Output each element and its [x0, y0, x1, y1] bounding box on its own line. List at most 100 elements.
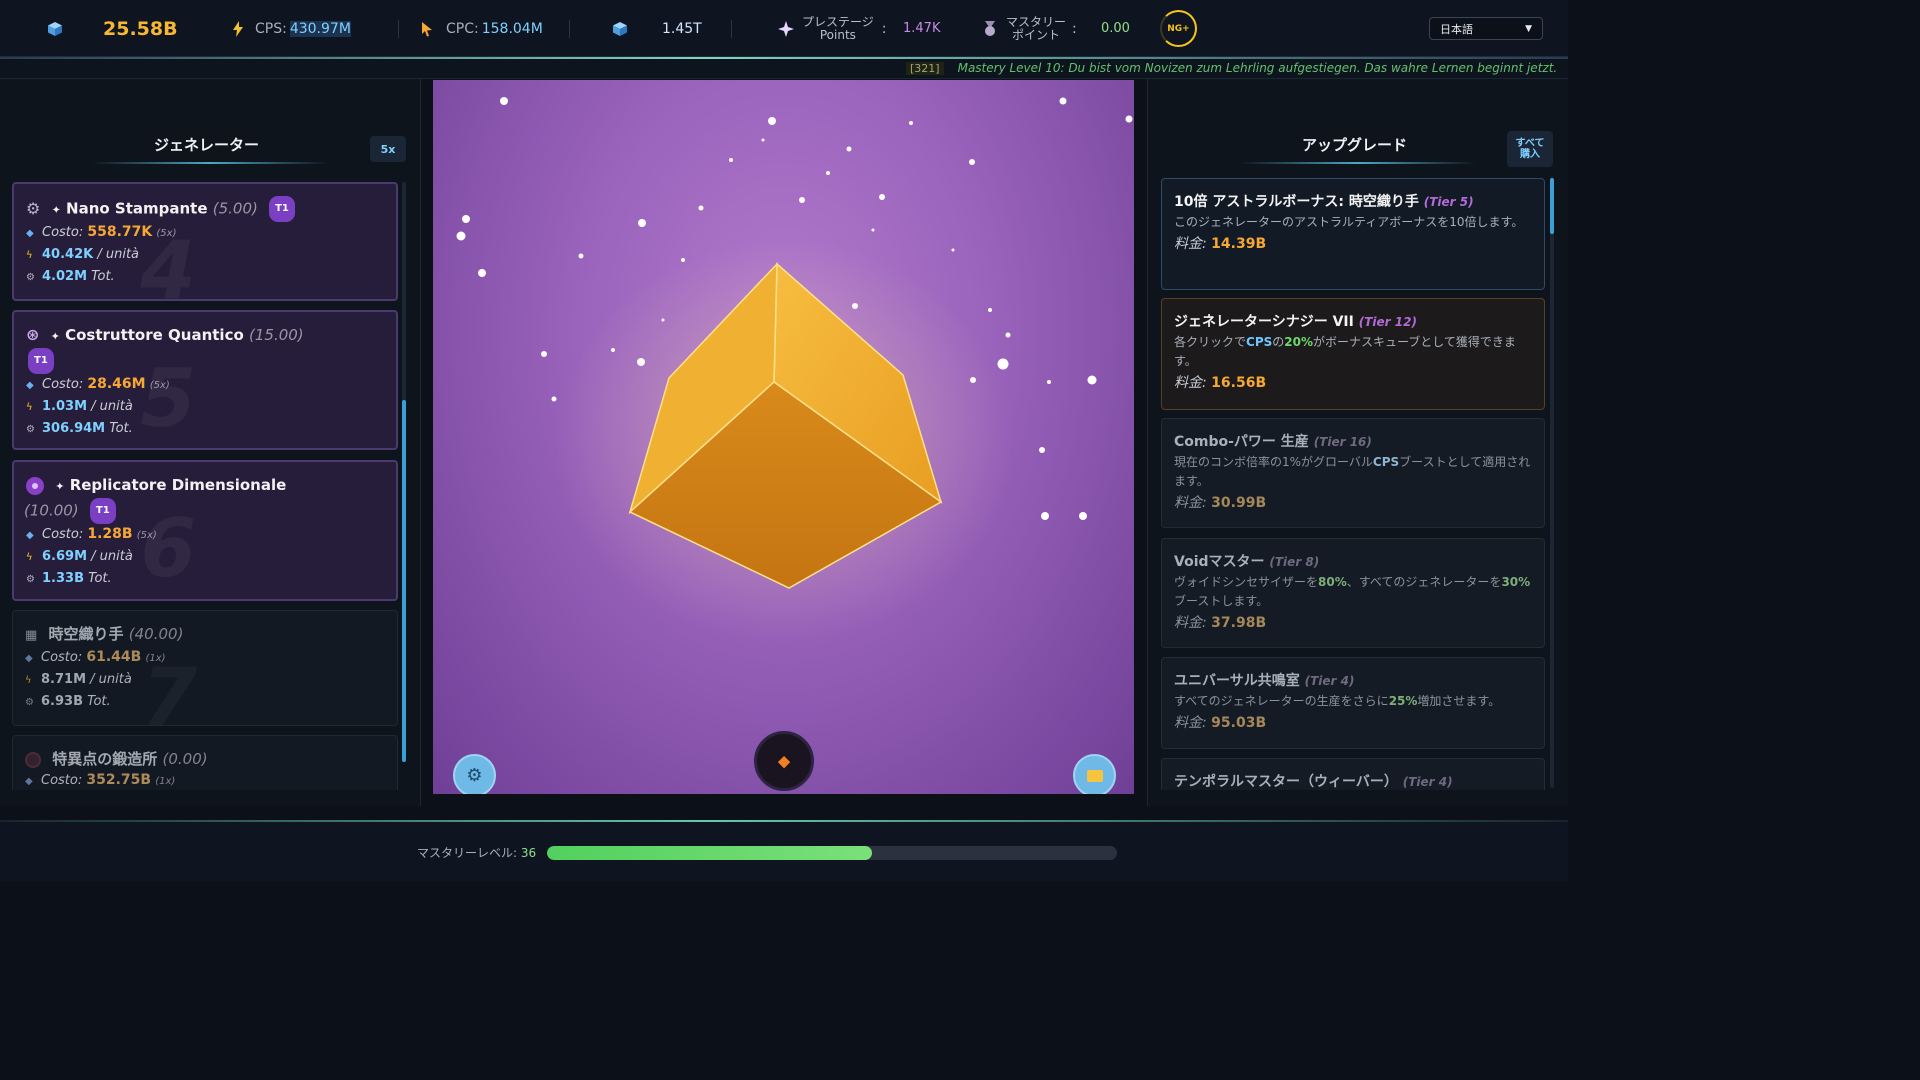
- upgrade-cost: 14.39B: [1211, 236, 1267, 252]
- divider: [569, 20, 570, 38]
- cps-label: CPS:: [255, 20, 287, 37]
- cube-stage: ⚙ ⬥: [433, 80, 1134, 794]
- generator-scrollbar-thumb[interactable]: [402, 400, 406, 762]
- settings-button[interactable]: ⚙: [453, 754, 496, 794]
- cost-label: Costo:: [41, 650, 83, 665]
- folder-button[interactable]: [1073, 754, 1116, 794]
- mastery-level-text: マスタリーレベル:: [417, 846, 518, 860]
- upgrade-tier: (Tier 16): [1313, 435, 1372, 449]
- cube-icon: ◆: [26, 228, 34, 239]
- medal-icon: [983, 0, 997, 57]
- upgrade-title: 10倍 アストラルボーナス: 時空織り手: [1174, 194, 1419, 210]
- gear-icon: ⚙: [25, 697, 34, 708]
- total-unit: Tot.: [109, 421, 133, 436]
- upgrade-card[interactable]: ジェネレーターシナジー VII (Tier 12) 各クリックでCPSの20%が…: [1161, 298, 1545, 410]
- upgrade-description: ヴォイドシンセサイザーを80%、すべてのジェネレーターを30% ブーストします。: [1174, 573, 1532, 611]
- sparkle-icon: ✦: [51, 203, 61, 217]
- sparkle-icon: ✦: [50, 330, 60, 343]
- desc-part: の: [1272, 335, 1285, 349]
- generator-rate-row: ϟ 1.03M / unità: [26, 396, 384, 418]
- upgrade-description: このジェネレーターのアストラルティアボーナスを10倍します。: [1174, 215, 1524, 229]
- upgrade-card[interactable]: 10倍 アストラルボーナス: 時空織り手 (Tier 5) このジェネレーターの…: [1161, 178, 1545, 290]
- language-select[interactable]: 日本語 ▼: [1429, 17, 1543, 40]
- buy-all-line2: 購入: [1520, 149, 1540, 160]
- generator-name-row: ⊛ ✦ Costruttore Quantico (15.00): [26, 324, 384, 348]
- generator-name: Costruttore Quantico: [65, 326, 244, 344]
- lightning-icon: ϟ: [26, 402, 33, 413]
- news-ticker: [321] Mastery Level 10: Du bist vom Novi…: [0, 57, 1568, 79]
- cost-label: 料金:: [1174, 236, 1207, 252]
- buy-multiplier-button[interactable]: 5x: [370, 136, 406, 162]
- generator-cost: 352.75B: [86, 772, 152, 788]
- generator-card-spacetime-weaver[interactable]: 7 ▦ 時空織り手 (40.00) ◆ Costo: 61.44B (1x) ϟ8…: [12, 610, 398, 744]
- upgrade-card[interactable]: Combo-パワー 生産 (Tier 16) 現在のコンボ倍率の1%がグローバル…: [1161, 418, 1545, 528]
- orb-button[interactable]: ⬥: [754, 731, 814, 791]
- cps-value: 430.97M: [289, 20, 351, 37]
- upgrade-scrollbar-thumb[interactable]: [1550, 178, 1554, 234]
- lightning-icon: ϟ: [26, 552, 33, 563]
- upgrade-description: 現在のコンボ倍率の1%がグローバルCPSブーストとして適用されます。: [1174, 453, 1532, 491]
- upgrade-tier: (Tier 4): [1402, 775, 1453, 789]
- new-game-plus-badge[interactable]: NG+: [1160, 10, 1197, 47]
- cost-label: 料金:: [1174, 495, 1207, 511]
- generator-rate: 8.71M: [41, 672, 87, 687]
- generator-owned: (10.00): [24, 501, 79, 520]
- desc-highlight: CPS: [1372, 455, 1400, 469]
- generator-index: 5: [140, 352, 196, 445]
- generator-cost-row: ◆ Costo: 1.28B (5x): [26, 524, 384, 546]
- desc-part: 各クリックで: [1174, 335, 1247, 349]
- generator-owned: (5.00): [212, 199, 258, 218]
- desc-highlight: 25%: [1388, 694, 1418, 708]
- cost-label: Costo:: [41, 773, 83, 788]
- cube-icon: [47, 0, 63, 57]
- upgrade-scrollbar[interactable]: [1550, 178, 1554, 788]
- upgrade-title: Combo-パワー 生産: [1174, 434, 1309, 450]
- upgrade-card[interactable]: ユニバーサル共鳴室 (Tier 4) すべてのジェネレーターの生産をさらに25%…: [1161, 657, 1545, 749]
- upgrade-card[interactable]: Voidマスター (Tier 8) ヴォイドシンセサイザーを80%、すべてのジェ…: [1161, 538, 1545, 648]
- prestige-label-line2: Points: [819, 27, 856, 42]
- generator-total: 6.93B: [41, 694, 83, 709]
- generator-cost-row: ◆ Costo: 558.77K (5x): [26, 222, 384, 244]
- generator-total: 306.94M: [42, 421, 106, 436]
- generator-index: 4: [140, 224, 196, 317]
- sparkle-icon: [777, 0, 795, 57]
- upgrade-title-row: Voidマスター (Tier 8): [1174, 551, 1532, 573]
- generator-rate: 6.69M: [42, 549, 88, 564]
- top-stats-bar: 25.58B CPS: 430.97M CPC: 158.04M 1.45T プ…: [0, 0, 1568, 57]
- rate-unit: / unità: [90, 672, 132, 687]
- mastery-label-line1: マスタリー: [1006, 14, 1067, 29]
- generator-card-costruttore-quantico[interactable]: 5 ⊛ ✦ Costruttore Quantico (15.00) T1 ◆ C…: [12, 310, 398, 450]
- generator-cost: 1.28B: [87, 526, 133, 542]
- ticker-code: [321]: [906, 61, 944, 75]
- generator-card-nano-stampante[interactable]: 4 ⚙ ✦ Nano Stampante (5.00) T1 ◆ Costo: 5…: [12, 182, 398, 317]
- upgrade-cost: 30.99B: [1211, 495, 1267, 511]
- generators-title: ジェネレーター: [154, 136, 260, 154]
- prestige-colon: :: [881, 20, 887, 37]
- mastery-level-value: 36: [520, 846, 537, 860]
- upgrade-title: Voidマスター: [1174, 554, 1265, 570]
- upgrade-tier: (Tier 4): [1304, 674, 1355, 688]
- upgrade-description: 各クリックでCPSの20%がボーナスキューブとして獲得できます。: [1174, 333, 1532, 371]
- gear-icon: ⚙: [26, 198, 41, 218]
- lightning-icon: ϟ: [26, 250, 33, 261]
- cpc-value: 158.04M: [481, 20, 543, 37]
- rate-unit: / unità: [91, 549, 133, 564]
- mastery-bar-area: マスタリーレベル: 36: [0, 820, 1568, 882]
- ticker-message: Mastery Level 10: Du bist vom Novizen zu…: [957, 61, 1558, 75]
- generator-owned-row: (10.00) T1: [24, 498, 384, 524]
- upgrade-tier: (Tier 8): [1269, 555, 1320, 569]
- folder-icon: [1086, 769, 1103, 782]
- upgrade-cost: 37.98B: [1211, 615, 1267, 631]
- upgrade-card[interactable]: テンポラルマスター（ウィーバー） (Tier 4): [1161, 758, 1545, 790]
- generator-total-row: ⚙ 306.94M Tot.: [26, 418, 384, 440]
- buy-all-button[interactable]: すべて 購入: [1507, 131, 1553, 167]
- cube-count: 25.58B: [103, 17, 178, 40]
- mastery-level-label: マスタリーレベル: 36: [417, 844, 536, 861]
- mastery-colon: :: [1072, 20, 1077, 37]
- generator-card-replicatore-dimensionale[interactable]: 6 ✦ Replicatore Dimensionale (10.00) T1 …: [12, 460, 398, 601]
- generator-card-singularity-forge[interactable]: 特異点の鍛造所 (0.00) ◆ Costo: 352.75B (1x): [12, 735, 398, 790]
- desc-highlight: 30%: [1501, 575, 1531, 589]
- generator-owned: (0.00): [162, 750, 208, 768]
- cost-label: Costo:: [42, 225, 84, 240]
- orb-icon: ⬥: [777, 750, 791, 772]
